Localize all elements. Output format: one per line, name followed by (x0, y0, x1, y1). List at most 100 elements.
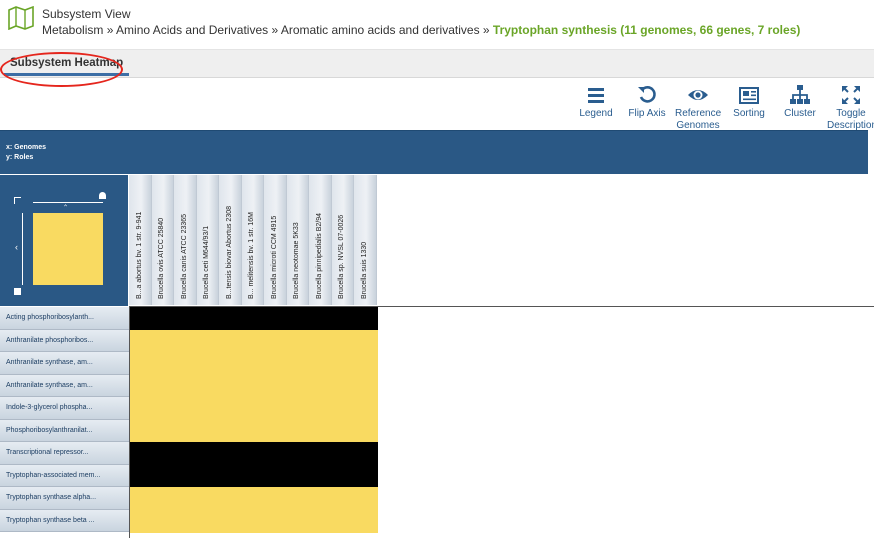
heatmap-cell[interactable] (355, 464, 379, 488)
heatmap-cell[interactable] (152, 509, 176, 533)
heatmap-cell[interactable] (265, 307, 289, 331)
toggle-description-button[interactable]: Toggle Description (827, 84, 874, 132)
heatmap-cell[interactable] (130, 509, 154, 533)
heatmap-cell[interactable] (265, 419, 289, 443)
heatmap-cell[interactable] (332, 419, 356, 443)
heatmap-cell[interactable] (220, 487, 244, 511)
pin-icon[interactable] (99, 192, 106, 199)
heatmap-cell[interactable] (355, 487, 379, 511)
heatmap-cell[interactable] (265, 397, 289, 421)
heatmap-cell[interactable] (332, 509, 356, 533)
heatmap-cell[interactable] (175, 419, 199, 443)
heatmap-cell[interactable] (152, 442, 176, 466)
heatmap-cell[interactable] (242, 329, 266, 353)
heatmap-cell[interactable] (152, 307, 176, 331)
heatmap-cell[interactable] (130, 464, 154, 488)
heatmap-cell[interactable] (130, 352, 154, 376)
heatmap-cell[interactable] (175, 352, 199, 376)
heatmap-cell[interactable] (265, 509, 289, 533)
heatmap-cell[interactable] (332, 352, 356, 376)
heatmap-cell[interactable] (242, 464, 266, 488)
heatmap-cell[interactable] (287, 487, 311, 511)
heatmap-cell[interactable] (242, 442, 266, 466)
heatmap-cell[interactable] (175, 509, 199, 533)
genome-column-header[interactable]: B...tensis biovar Abortus 2308 (219, 175, 242, 305)
heatmap-cell[interactable] (197, 464, 221, 488)
heatmap-cell[interactable] (130, 307, 154, 331)
heatmap-cell[interactable] (152, 464, 176, 488)
heatmap-cell[interactable] (265, 329, 289, 353)
heatmap-cell[interactable] (242, 509, 266, 533)
heatmap-cell[interactable] (310, 397, 334, 421)
heatmap-cell[interactable] (287, 374, 311, 398)
heatmap-cell[interactable] (130, 419, 154, 443)
role-row-header[interactable]: Anthranilate synthase, am... (0, 352, 129, 375)
heatmap-cell[interactable] (197, 419, 221, 443)
heatmap-cell[interactable] (242, 487, 266, 511)
heatmap-cell[interactable] (242, 419, 266, 443)
heatmap-cell[interactable] (152, 352, 176, 376)
heatmap-cell[interactable] (175, 397, 199, 421)
heatmap-cell[interactable] (265, 487, 289, 511)
heatmap-cell[interactable] (175, 329, 199, 353)
heatmap-cell[interactable] (197, 329, 221, 353)
heatmap-cell[interactable] (265, 464, 289, 488)
heatmap-cell[interactable] (242, 352, 266, 376)
heatmap-navigator[interactable]: ‸ ‹ (0, 175, 128, 306)
heatmap-cell[interactable] (242, 307, 266, 331)
heatmap-cell[interactable] (220, 397, 244, 421)
heatmap-cell[interactable] (287, 464, 311, 488)
heatmap-cell[interactable] (220, 307, 244, 331)
heatmap-cell[interactable] (220, 509, 244, 533)
heatmap-cell[interactable] (197, 487, 221, 511)
heatmap-cell[interactable] (197, 352, 221, 376)
heatmap-cell[interactable] (287, 419, 311, 443)
sorting-button[interactable]: Sorting (731, 84, 767, 120)
role-row-header[interactable]: Tryptophan synthase beta ... (0, 509, 129, 532)
heatmap-cell[interactable] (332, 397, 356, 421)
heatmap-cell[interactable] (220, 442, 244, 466)
genome-column-header[interactable]: Brucella microti CCM 4915 (264, 175, 287, 305)
heatmap-cell[interactable] (332, 487, 356, 511)
heatmap-cell[interactable] (220, 419, 244, 443)
resize-corner-icon[interactable] (14, 197, 21, 204)
heatmap-cell[interactable] (220, 374, 244, 398)
heatmap-cell[interactable] (265, 374, 289, 398)
tab-subsystem-heatmap[interactable]: Subsystem Heatmap (4, 55, 130, 76)
heatmap-cell[interactable] (355, 307, 379, 331)
genome-column-header[interactable]: Brucella ceti M644/93/1 (196, 175, 219, 305)
genome-column-header[interactable]: Brucella canis ATCC 23365 (174, 175, 197, 305)
role-row-header[interactable]: Anthranilate phosphoribos... (0, 329, 129, 352)
heatmap-cell[interactable] (287, 352, 311, 376)
corner-handle-icon[interactable] (14, 288, 21, 295)
role-row-header[interactable]: Tryptophan-associated mem... (0, 464, 129, 487)
legend-button[interactable]: Legend (576, 84, 616, 120)
heatmap-cell[interactable] (130, 487, 154, 511)
heatmap-cell[interactable] (197, 307, 221, 331)
heatmap-cell[interactable] (220, 464, 244, 488)
heatmap-cell[interactable] (355, 374, 379, 398)
genome-column-header[interactable]: Brucella pinnipedialis B2/94 (309, 175, 332, 305)
chevron-left-icon[interactable]: ‹ (15, 243, 18, 252)
heatmap-cell[interactable] (310, 442, 334, 466)
heatmap-cell[interactable] (242, 397, 266, 421)
heatmap-cell[interactable] (332, 307, 356, 331)
heatmap-cell[interactable] (310, 352, 334, 376)
role-row-header[interactable]: Anthranilate synthase, am... (0, 374, 129, 397)
breadcrumb-item[interactable]: Aromatic amino acids and derivatives (281, 23, 480, 37)
heatmap-cell[interactable] (287, 442, 311, 466)
heatmap-cell[interactable] (220, 329, 244, 353)
role-row-header[interactable]: Phosphoribosylanthranilat... (0, 419, 129, 442)
heatmap-cell[interactable] (197, 442, 221, 466)
genome-column-header[interactable]: Brucella neotomae 5K33 (286, 175, 309, 305)
role-row-header[interactable]: Tryptophan synthase alpha... (0, 487, 129, 510)
heatmap-cell[interactable] (197, 509, 221, 533)
genome-column-header[interactable]: B...a abortus bv. 1 str. 9-941 (129, 175, 152, 305)
genome-column-header[interactable]: Brucella sp. NVSL 07-0026 (331, 175, 354, 305)
heatmap-cell[interactable] (355, 397, 379, 421)
heatmap-cell[interactable] (197, 374, 221, 398)
breadcrumb-item[interactable]: Amino Acids and Derivatives (116, 23, 268, 37)
heatmap-cell[interactable] (152, 397, 176, 421)
heatmap-cell[interactable] (175, 307, 199, 331)
genome-column-header[interactable]: Brucella ovis ATCC 25840 (151, 175, 174, 305)
